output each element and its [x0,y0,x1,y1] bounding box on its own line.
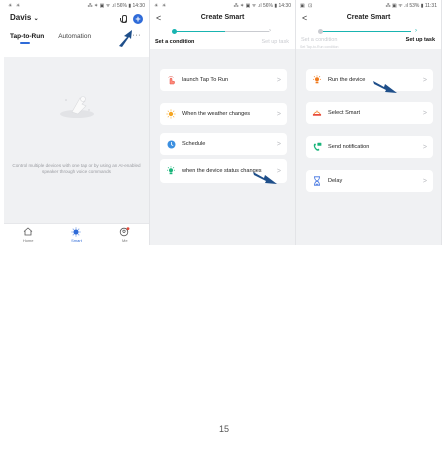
option-label: Schedule [182,140,206,147]
screen-create-smart-task: ▣ ⊡ ⁂ ▣ ᯤ .ıl 53% ▮ 11:31 < Create Smart… [296,0,442,245]
pointer-arrow-icon [373,81,397,93]
option-schedule[interactable]: Schedule > [160,133,287,155]
nav-home-label: Home [22,237,34,243]
add-smart-button[interactable]: + [133,14,143,24]
home-icon [13,227,43,237]
back-icon[interactable]: < [302,11,307,25]
header: < Create Smart [150,11,295,25]
step-set-up-task: Set up task [405,37,435,43]
status-bar: ☀ ☀ ⁂ ✶ ▣ ᯤ .ıl 56% ▮ 14:30 [4,0,149,11]
tab-automation[interactable]: Automation [58,33,91,40]
option-label: Select Smart [328,109,361,116]
home-name: Davis [10,13,32,22]
empty-state-illustration [59,96,94,118]
page-number: 15 [218,424,229,434]
chevron-right-icon: > [276,76,281,84]
smart-icon [61,227,91,237]
pointer-arrow-icon [253,172,277,184]
header: < Create Smart [296,11,441,25]
tab-tap-to-run[interactable]: Tap-to-Run [10,33,44,44]
status-right: ⁂ ▣ ᯤ .ıl 53% ▮ 11:31 [385,2,437,9]
pointer-arrow-icon [119,30,132,47]
chevron-down-icon: ⌄ [33,16,39,22]
nav-smart[interactable]: Smart [61,227,91,243]
step-set-condition-sub: Set Tap-to-Run condition [300,45,339,49]
bottom-nav: Home Smart Me [4,223,149,245]
task-delay[interactable]: Delay > [306,170,433,192]
chevron-right-icon: > [422,177,427,185]
empty-state-text: Control multiple devices with one tap or… [12,163,141,174]
option-label: Send notification [328,143,370,150]
task-run-the-device[interactable]: Run the device > [306,69,433,91]
chevron-right-icon: > [276,110,281,118]
status-right: ⁂ ✶ ▣ ᯤ .ıl 56% ▮ 14:30 [87,2,145,9]
step-set-condition: Set a condition [301,37,338,43]
page-title: Create Smart [346,14,391,21]
option-launch-tap-to-run[interactable]: launch Tap To Run > [160,69,287,91]
clock-icon [166,140,176,149]
hand-tap-icon [166,75,176,85]
status-bar: ▣ ⊡ ⁂ ▣ ᯤ .ıl 53% ▮ 11:31 [296,0,441,11]
microphone-icon[interactable] [120,14,127,24]
status-left: ▣ ⊡ [300,2,314,9]
step-set-up-task: Set up task [261,39,289,45]
status-bar: ☀ ☀ ⁂ ✶ ▣ ᯤ .ıl 56% ▮ 14:30 [150,0,295,11]
step-progress [174,31,225,32]
step-arrow-icon: › [415,28,417,34]
step-progress [320,31,411,32]
step-set-condition: Set a condition [155,39,195,45]
chevron-right-icon: > [276,140,281,148]
nav-smart-label: Smart [71,237,82,243]
task-select-smart[interactable]: Select Smart > [306,102,433,124]
step-arrow-icon: › [269,28,271,34]
screen-smart-tap-to-run: ☀ ☀ ⁂ ✶ ▣ ᯤ .ıl 56% ▮ 14:30 Davis ⌄ + Ta… [4,0,150,245]
nav-home[interactable]: Home [13,227,43,243]
chevron-right-icon: > [422,76,427,84]
status-left: ☀ ☀ [154,2,168,9]
task-send-notification[interactable]: Send notification > [306,136,433,158]
option-label: When the weather changes [182,110,251,117]
option-label: launch Tap To Run [182,76,229,83]
status-right: ⁂ ✶ ▣ ᯤ .ıl 56% ▮ 14:30 [233,2,291,9]
chevron-right-icon: > [422,109,427,117]
chevron-right-icon: > [422,143,427,151]
status-left: ☀ ☀ [8,2,22,9]
option-label: Delay [328,177,343,184]
step-dot [172,29,177,34]
back-icon[interactable]: < [156,11,161,25]
stepper: › Set a condition Set up task [150,25,295,49]
me-icon [110,226,140,237]
stepper: › Set a condition Set Tap-to-Run conditi… [296,25,441,49]
select-smart-icon [312,109,322,118]
empty-state: Control multiple devices with one tap or… [4,60,149,175]
sun-icon [166,109,176,119]
nav-me[interactable]: Me [110,226,140,243]
screen-create-smart-condition: ☀ ☀ ⁂ ✶ ▣ ᯤ .ıl 56% ▮ 14:30 < Create Sma… [150,0,296,245]
hourglass-icon [312,176,322,186]
option-weather-changes[interactable]: When the weather changes > [160,103,287,125]
page-title: Create Smart [200,14,245,21]
notification-icon [312,142,322,152]
device-status-icon [166,166,176,176]
run-device-icon [312,75,322,85]
step-dot [318,29,323,34]
nav-me-label: Me [122,237,128,243]
